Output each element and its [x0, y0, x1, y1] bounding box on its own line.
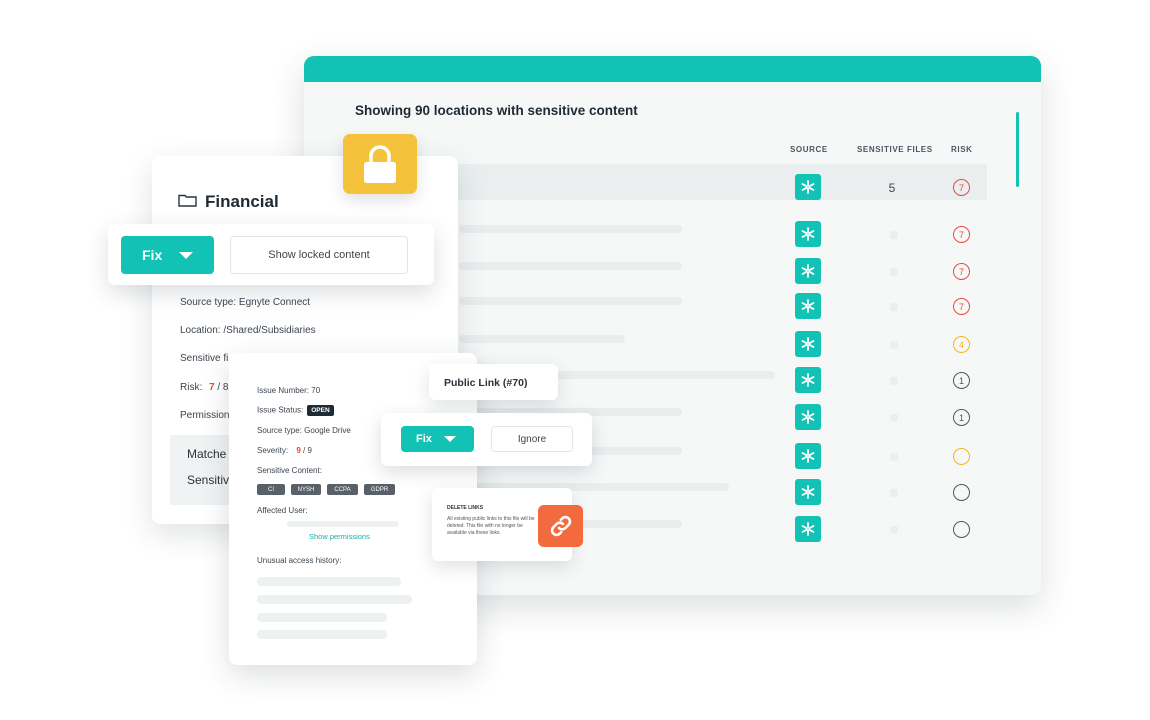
stage: Showing 90 locations with sensitive cont…	[0, 0, 1150, 720]
risk-badge: 1	[953, 372, 970, 389]
sensitive-files-placeholder	[890, 341, 898, 349]
issue-status: Issue Status: OPEN	[257, 405, 334, 416]
caret-down-icon	[443, 436, 456, 442]
risk-badge	[953, 484, 970, 501]
matches-label: Matche	[187, 447, 227, 461]
risk-badge: 7	[953, 263, 970, 280]
delete-links-description: All existing public links to this file w…	[447, 516, 535, 536]
fix-issue-label: Fix	[416, 433, 432, 445]
tag-ccpa: CCPA	[327, 484, 358, 495]
folder-title: Financial	[205, 192, 279, 211]
public-link-title: Public Link (#70)	[429, 364, 558, 400]
egnyte-source-icon	[795, 516, 821, 542]
severity-line: Severity: 9 / 9	[257, 446, 312, 455]
sensitive-files-placeholder	[890, 414, 898, 422]
egnyte-source-icon	[795, 479, 821, 505]
fix-issue-button[interactable]: Fix	[401, 426, 474, 452]
location-name-placeholder	[459, 225, 682, 233]
risk-badge: 7	[953, 179, 970, 196]
scrollbar[interactable]	[1016, 112, 1019, 187]
egnyte-source-icon	[795, 367, 821, 393]
sensitive-files-count: 5	[888, 181, 896, 195]
tag-gdpr: GDPR	[364, 484, 395, 495]
folder-action-bar: Fix Show locked content	[108, 224, 434, 285]
sensitive-files-placeholder	[890, 453, 898, 461]
placeholder-line	[287, 521, 399, 527]
table-title: Showing 90 locations with sensitive cont…	[355, 103, 638, 118]
egnyte-source-icon	[795, 174, 821, 200]
risk-badge: 4	[953, 336, 970, 353]
sensitive-files-placeholder	[890, 526, 898, 534]
risk-line: Risk: 7 / 8	[180, 382, 228, 393]
column-header-sensitive-files[interactable]: SENSITIVE FILES	[857, 145, 933, 154]
egnyte-source-icon	[795, 293, 821, 319]
fix-label: Fix	[142, 247, 163, 263]
unusual-access-label: Unusual access history:	[257, 556, 342, 565]
placeholder-line	[257, 630, 387, 639]
egnyte-source-icon	[795, 443, 821, 469]
issue-status-label: Issue Status:	[257, 405, 304, 415]
tag-nysh: NYSH	[291, 484, 321, 495]
sensitive-files-placeholder	[890, 377, 898, 385]
placeholder-line	[257, 577, 401, 586]
egnyte-source-icon	[795, 258, 821, 284]
placeholder-line	[257, 595, 412, 604]
affected-user-label: Affected User:	[257, 506, 308, 515]
location-name-placeholder	[459, 297, 682, 305]
location-name-placeholder	[459, 335, 625, 343]
card-header-bar	[304, 56, 1041, 82]
risk-label: Risk:	[180, 382, 203, 393]
location: Location: /Shared/Subsidiaries	[180, 325, 316, 336]
status-badge: OPEN	[307, 405, 334, 416]
permissions-label: Permission	[180, 410, 230, 421]
tag-ci: CI	[257, 484, 285, 495]
egnyte-source-icon	[795, 404, 821, 430]
egnyte-source-icon	[795, 331, 821, 357]
sensitive-files-placeholder	[890, 268, 898, 276]
egnyte-source-icon	[795, 221, 821, 247]
severity-label: Severity:	[257, 446, 289, 455]
location-name-placeholder	[459, 262, 682, 270]
sensitive-files-placeholder	[890, 231, 898, 239]
sensitive-files-placeholder	[890, 489, 898, 497]
sensitive-files-placeholder	[890, 303, 898, 311]
sensitive-files-label: Sensitive fi	[180, 353, 229, 364]
show-permissions-link[interactable]: Show permissions	[309, 532, 370, 541]
delete-links-title: DELETE LINKS	[447, 505, 484, 511]
sensitive-content-label: Sensitive Content:	[257, 466, 322, 475]
risk-total: / 8	[217, 382, 229, 393]
issue-action-bar: Fix Ignore	[381, 413, 592, 466]
risk-badge: 7	[953, 226, 970, 243]
risk-badge: 7	[953, 298, 970, 315]
risk-badge: 1	[953, 409, 970, 426]
issue-source-type: Source type: Google Drive	[257, 426, 351, 435]
link-icon[interactable]	[538, 505, 583, 547]
lock-icon	[343, 134, 417, 194]
column-header-source[interactable]: SOURCE	[790, 145, 828, 154]
caret-down-icon	[179, 251, 194, 259]
severity-value: 9	[296, 446, 301, 455]
severity-total: / 9	[303, 446, 312, 455]
source-type: Source type: Egnyte Connect	[180, 297, 311, 308]
fix-dropdown-button[interactable]: Fix	[121, 236, 214, 274]
placeholder-line	[257, 613, 387, 622]
risk-value: 7	[209, 382, 215, 393]
show-locked-content-button[interactable]: Show locked content	[230, 236, 408, 274]
folder-icon	[178, 194, 197, 207]
issue-number: Issue Number: 70	[257, 386, 321, 395]
risk-badge	[953, 448, 970, 465]
risk-badge	[953, 521, 970, 538]
sensitive-label: Sensitiv	[187, 473, 230, 487]
ignore-button[interactable]: Ignore	[491, 426, 573, 452]
column-header-risk[interactable]: RISK	[951, 145, 973, 154]
